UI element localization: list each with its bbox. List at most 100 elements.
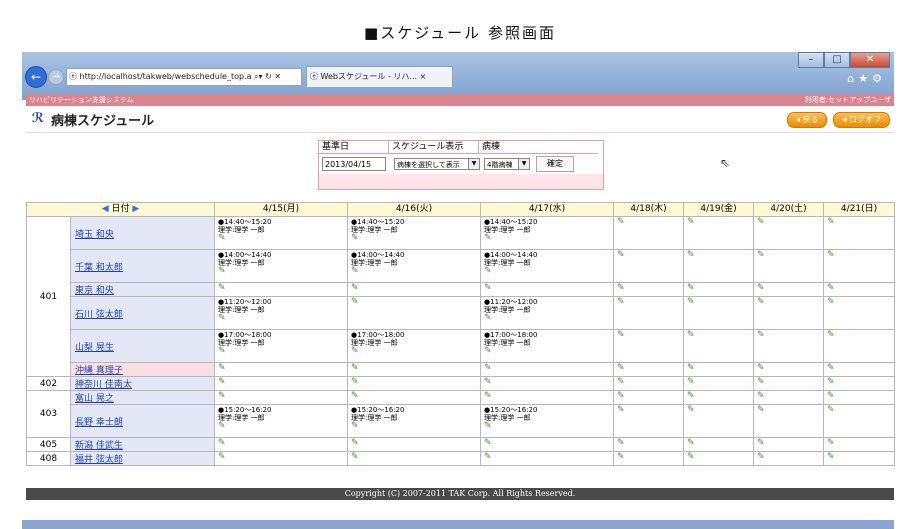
pencil-add-icon[interactable]: ✎ <box>827 284 837 293</box>
pencil-add-icon[interactable]: ✎ <box>218 267 228 276</box>
pencil-add-icon[interactable]: ✎ <box>617 218 627 227</box>
pencil-add-icon[interactable]: ✎ <box>351 347 361 356</box>
pencil-add-icon[interactable]: ✎ <box>687 406 697 415</box>
schedule-cell[interactable]: ✎ <box>753 390 825 405</box>
pencil-add-icon[interactable]: ✎ <box>218 453 228 462</box>
pencil-add-icon[interactable]: ✎ <box>687 218 697 227</box>
schedule-cell[interactable]: ✎ <box>347 390 482 405</box>
schedule-cell[interactable]: ✎ <box>753 329 825 363</box>
schedule-cell[interactable]: ✎ <box>823 216 896 250</box>
schedule-cell[interactable]: ●17:00～18:00 理学:理学 一郎 ✎ <box>480 329 615 363</box>
schedule-cell[interactable]: ●11:20～12:00 理学:理学 一郎 ✎ <box>480 296 615 330</box>
pencil-add-icon[interactable]: ✎ <box>617 364 627 373</box>
schedule-cell[interactable]: ✎ <box>613 282 685 297</box>
pencil-add-icon[interactable]: ✎ <box>617 406 627 415</box>
pencil-add-icon[interactable]: ✎ <box>218 422 228 431</box>
pencil-add-icon[interactable]: ✎ <box>757 298 767 307</box>
schedule-cell[interactable]: ✎ <box>683 390 755 405</box>
schedule-cell[interactable]: ✎ <box>613 296 685 330</box>
pencil-add-icon[interactable]: ✎ <box>484 439 494 448</box>
pencil-add-icon[interactable]: ✎ <box>757 364 767 373</box>
schedule-cell[interactable]: ●15:20～16:20 理学:理学 一郎 ✎ <box>347 404 482 438</box>
pencil-add-icon[interactable]: ✎ <box>484 364 494 373</box>
pencil-add-icon[interactable]: ✎ <box>687 331 697 340</box>
base-date-input[interactable] <box>322 157 386 171</box>
patient-name-link[interactable]: 沖縄 真理子 <box>69 362 216 377</box>
schedule-cell[interactable]: ✎ <box>753 362 825 377</box>
appointment-time[interactable]: ●11:20～12:00 <box>484 298 610 306</box>
schedule-cell[interactable]: ✎ <box>214 451 349 466</box>
schedule-cell[interactable]: ✎ <box>683 451 755 466</box>
pencil-add-icon[interactable]: ✎ <box>218 284 228 293</box>
prev-arrow-icon[interactable]: ◀ <box>102 204 109 214</box>
pencil-add-icon[interactable]: ✎ <box>827 453 837 462</box>
pencil-add-icon[interactable]: ✎ <box>617 378 627 387</box>
pencil-add-icon[interactable]: ✎ <box>484 453 494 462</box>
pencil-add-icon[interactable]: ✎ <box>484 422 494 431</box>
pencil-add-icon[interactable]: ✎ <box>484 392 494 401</box>
pencil-add-icon[interactable]: ✎ <box>757 251 767 260</box>
schedule-cell[interactable]: ✎ <box>683 329 755 363</box>
schedule-cell[interactable]: ✎ <box>347 437 482 452</box>
pencil-add-icon[interactable]: ✎ <box>351 392 361 401</box>
schedule-cell[interactable]: ✎ <box>683 216 755 250</box>
pencil-add-icon[interactable]: ✎ <box>687 364 697 373</box>
schedule-cell[interactable]: ✎ <box>753 376 825 391</box>
appointment-time[interactable]: ●15:20～16:20 <box>218 406 344 414</box>
pencil-add-icon[interactable]: ✎ <box>757 378 767 387</box>
schedule-cell[interactable]: ✎ <box>613 404 685 438</box>
pencil-add-icon[interactable]: ✎ <box>484 378 494 387</box>
patient-name-link[interactable]: 新潟 佳武生 <box>69 437 216 452</box>
schedule-cell[interactable]: ✎ <box>753 216 825 250</box>
appointment-time[interactable]: ●17:00～18:00 <box>218 331 344 339</box>
schedule-cell[interactable]: ✎ <box>613 437 685 452</box>
schedule-cell[interactable]: ✎ <box>753 282 825 297</box>
appointment-time[interactable]: ●14:00～14:40 <box>218 251 344 259</box>
pencil-add-icon[interactable]: ✎ <box>218 392 228 401</box>
appointment-time[interactable]: ●14:40～15:20 <box>484 218 610 226</box>
pencil-add-icon[interactable]: ✎ <box>687 453 697 462</box>
pencil-add-icon[interactable]: ✎ <box>484 347 494 356</box>
schedule-cell[interactable]: ✎ <box>480 376 615 391</box>
maximize-button[interactable]: □ <box>824 52 850 68</box>
appointment-time[interactable]: ●15:20～16:20 <box>351 406 477 414</box>
forward-nav-button[interactable]: → <box>48 69 64 85</box>
schedule-cell[interactable]: ✎ <box>823 329 896 363</box>
pencil-add-icon[interactable]: ✎ <box>617 284 627 293</box>
schedule-cell[interactable]: ✎ <box>683 362 755 377</box>
pencil-add-icon[interactable]: ✎ <box>617 392 627 401</box>
schedule-cell[interactable]: ✎ <box>214 437 349 452</box>
pencil-add-icon[interactable]: ✎ <box>687 284 697 293</box>
schedule-cell[interactable]: ✎ <box>683 282 755 297</box>
schedule-cell[interactable]: ✎ <box>613 451 685 466</box>
tab-close-icon[interactable]: × <box>420 72 427 81</box>
schedule-cell[interactable]: ✎ <box>214 362 349 377</box>
appointment-time[interactable]: ●14:40～15:20 <box>351 218 477 226</box>
close-window-button[interactable]: ✕ <box>850 52 890 68</box>
pencil-add-icon[interactable]: ✎ <box>218 314 228 323</box>
schedule-cell[interactable]: ✎ <box>613 376 685 391</box>
schedule-cell[interactable]: ✎ <box>823 390 896 405</box>
schedule-cell[interactable]: ✎ <box>347 282 482 297</box>
schedule-cell[interactable]: ✎ <box>823 437 896 452</box>
back-nav-button[interactable]: ← <box>25 66 47 88</box>
pencil-add-icon[interactable]: ✎ <box>351 453 361 462</box>
appointment-time[interactable]: ●17:00～18:00 <box>351 331 477 339</box>
pencil-add-icon[interactable]: ✎ <box>484 284 494 293</box>
schedule-cell[interactable]: ✎ <box>347 451 482 466</box>
schedule-cell[interactable]: ✎ <box>823 362 896 377</box>
pencil-add-icon[interactable]: ✎ <box>687 439 697 448</box>
schedule-cell[interactable]: ✎ <box>683 437 755 452</box>
pencil-add-icon[interactable]: ✎ <box>827 298 837 307</box>
pencil-add-icon[interactable]: ✎ <box>687 251 697 260</box>
schedule-cell[interactable]: ●15:20～16:20 理学:理学 一郎 ✎ <box>214 404 349 438</box>
pencil-add-icon[interactable]: ✎ <box>351 439 361 448</box>
confirm-button[interactable]: 確定 <box>536 156 574 172</box>
browser-tab[interactable]: ⓔ Webスケジュール - リハ... × <box>306 66 453 87</box>
pencil-add-icon[interactable]: ✎ <box>351 284 361 293</box>
pencil-add-icon[interactable]: ✎ <box>484 234 494 243</box>
pencil-add-icon[interactable]: ✎ <box>351 234 361 243</box>
pencil-add-icon[interactable]: ✎ <box>687 392 697 401</box>
pencil-add-icon[interactable]: ✎ <box>827 406 837 415</box>
pencil-add-icon[interactable]: ✎ <box>351 298 361 307</box>
